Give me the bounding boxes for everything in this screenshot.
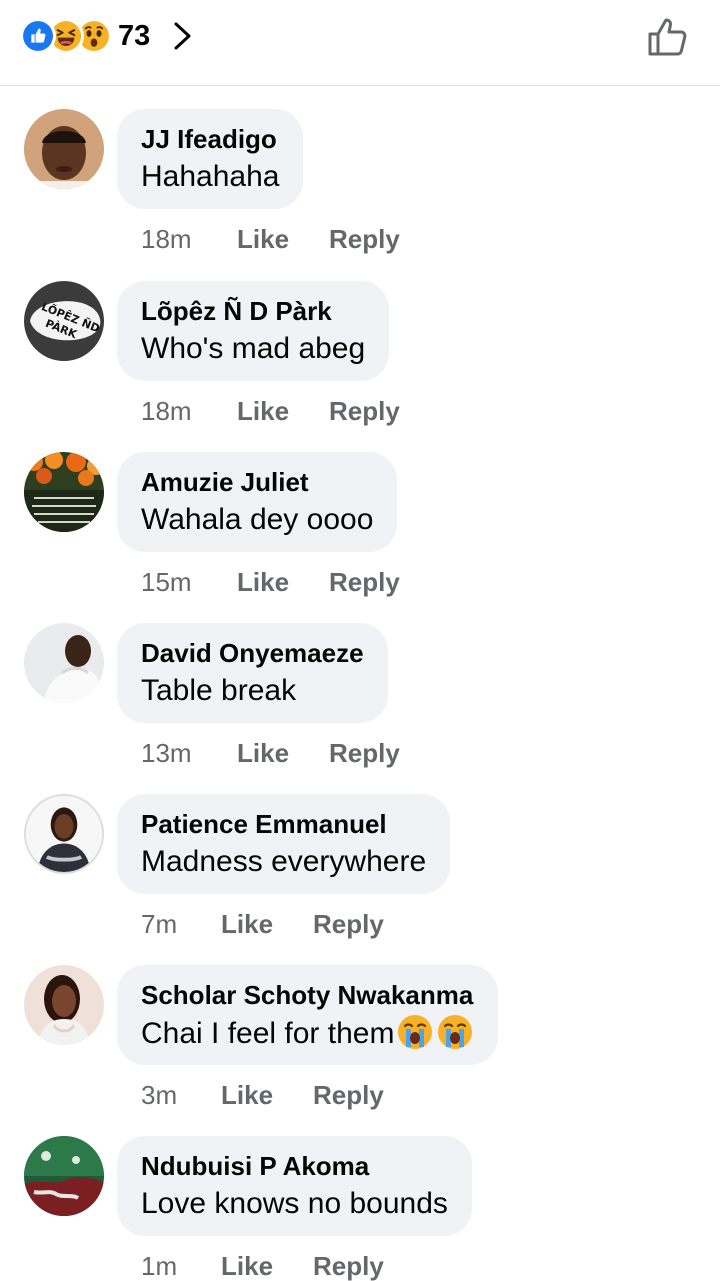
avatar[interactable] — [24, 794, 104, 874]
comment-time: 18m — [141, 395, 192, 426]
comment-time: 18m — [141, 223, 192, 254]
reply-button[interactable]: Reply — [329, 738, 400, 769]
comment-meta: 1m Like Reply — [141, 1248, 384, 1281]
reply-button[interactable]: Reply — [329, 396, 400, 427]
commenter-name[interactable]: Patience Emmanuel — [141, 808, 426, 840]
avatar[interactable] — [24, 109, 104, 189]
comment-meta: 7m Like Reply — [141, 906, 384, 942]
comment-time: 15m — [141, 566, 192, 597]
like-button[interactable]: Like — [237, 224, 329, 255]
avatar[interactable] — [24, 623, 104, 703]
like-button[interactable]: Like — [237, 738, 329, 769]
like-reaction-icon — [20, 18, 56, 54]
loudly-crying-face-icon — [398, 1015, 433, 1049]
comment-bubble: Lõpêz Ñ D Pàrk Who's mad abeg — [117, 281, 390, 381]
comment-time: 3m — [141, 1079, 178, 1110]
commenter-name[interactable]: Lõpêz Ñ D Pàrk — [141, 295, 365, 327]
avatar[interactable] — [24, 965, 104, 1045]
commenter-name[interactable]: David Onyemaeze — [141, 637, 364, 669]
reply-button[interactable]: Reply — [329, 224, 400, 255]
comment-text: Hahahaha — [141, 160, 280, 193]
comment-time: 1m — [141, 1250, 178, 1281]
reply-button[interactable]: Reply — [329, 567, 400, 598]
loudly-crying-face-icon — [438, 1015, 473, 1049]
comment-meta: 15m Like Reply — [141, 564, 400, 600]
like-button[interactable]: Like — [221, 909, 313, 940]
comment-bubble: Amuzie Juliet Wahala dey oooo — [117, 452, 398, 552]
comment-text: Madness everywhere — [141, 845, 427, 878]
comment-bubble: David Onyemaeze Table break — [117, 623, 388, 723]
like-button[interactable]: Like — [237, 567, 329, 598]
comment-meta: 13m Like Reply — [141, 735, 400, 771]
comment-meta: 18m Like Reply — [141, 393, 400, 429]
commenter-name[interactable]: Ndubuisi P Akoma — [141, 1150, 448, 1182]
reply-button[interactable]: Reply — [313, 1251, 384, 1281]
comment-time: 13m — [141, 737, 192, 768]
comment-time: 7m — [141, 908, 178, 939]
chevron-right-icon — [174, 22, 191, 50]
thumbs-up-outline-icon[interactable] — [646, 14, 690, 58]
like-button[interactable]: Like — [237, 396, 329, 427]
avatar[interactable]: LÕPÊZ ÑD PÀRK — [24, 281, 104, 361]
comment-text: Wahala dey oooo — [141, 503, 374, 536]
reactions-header: 73 — [0, 0, 720, 86]
comment-meta: 3m Like Reply — [141, 1077, 384, 1113]
comment-bubble: Ndubuisi P Akoma Love knows no bounds — [117, 1136, 472, 1236]
reply-button[interactable]: Reply — [313, 1080, 384, 1111]
comment-text: Who's mad abeg — [141, 332, 366, 365]
reply-button[interactable]: Reply — [313, 909, 384, 940]
commenter-name[interactable]: JJ Ifeadigo — [141, 123, 279, 155]
commenter-name[interactable]: Scholar Schoty Nwakanma — [141, 979, 474, 1011]
comment-bubble: Scholar Schoty Nwakanma Chai I feel for … — [117, 965, 499, 1065]
comment-bubble: JJ Ifeadigo Hahahaha — [117, 109, 304, 209]
comment-text: Chai I feel for them — [141, 1013, 474, 1054]
commenter-name[interactable]: Amuzie Juliet — [141, 466, 373, 498]
avatar[interactable] — [24, 452, 104, 532]
avatar[interactable] — [24, 1136, 104, 1216]
comment-bubble: Patience Emmanuel Madness everywhere — [117, 794, 451, 894]
reaction-count: 73 — [118, 19, 151, 52]
like-button[interactable]: Like — [221, 1251, 313, 1281]
like-button[interactable]: Like — [221, 1080, 313, 1111]
comment-text: Love knows no bounds — [141, 1187, 448, 1220]
reactions-summary[interactable]: 73 — [20, 18, 194, 54]
comment-text: Table break — [141, 674, 297, 707]
comment-meta: 18m Like Reply — [141, 221, 400, 257]
